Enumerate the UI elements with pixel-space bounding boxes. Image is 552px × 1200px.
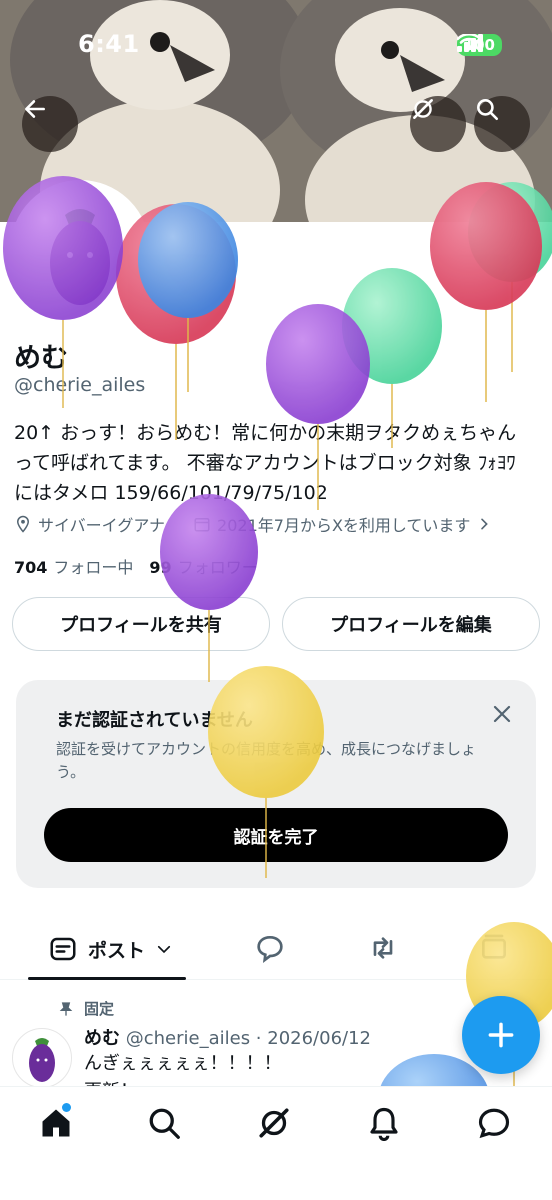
active-tab-indicator bbox=[28, 977, 186, 980]
post-header: めむ @cherie_ailes · 2026/06/12 bbox=[84, 1024, 371, 1050]
status-icons: 100 bbox=[456, 34, 502, 56]
reposts-tab-icon[interactable] bbox=[366, 932, 400, 964]
followers-count: 99 bbox=[149, 558, 172, 577]
grok-button[interactable] bbox=[410, 96, 466, 152]
post-text-line: んぎぇぇぇぇぇ！！！！ bbox=[84, 1053, 282, 1074]
profile-tabs: ポスト bbox=[0, 918, 552, 980]
calendar-icon bbox=[194, 518, 210, 532]
compose-post-button[interactable] bbox=[462, 996, 540, 1074]
bio-line: にはタメロ 159/66/101/79/75/102 bbox=[14, 482, 328, 504]
pin-icon bbox=[59, 1001, 73, 1016]
post-list-icon bbox=[50, 937, 76, 961]
back-button[interactable] bbox=[22, 96, 78, 152]
chevron-right-icon[interactable] bbox=[476, 516, 492, 532]
eggplant-avatar-image bbox=[15, 185, 145, 315]
display-name: めむ bbox=[14, 343, 68, 374]
chevron-down-icon bbox=[157, 945, 171, 954]
bio-line: って呼ばれてます。 不審なアカウントはブロック対象 ﾌｫﾖﾜ bbox=[14, 452, 516, 474]
search-button[interactable] bbox=[474, 96, 530, 152]
verification-card: まだ認証されていません 認証を受けてアカウントの信用度を高め、成長につなげましょ… bbox=[16, 680, 536, 888]
close-icon[interactable] bbox=[490, 702, 514, 726]
edit-profile-button[interactable]: プロフィールを編集 bbox=[282, 597, 540, 651]
verification-title: まだ認証されていません bbox=[56, 710, 253, 731]
pinned-label: 固定 bbox=[84, 1000, 115, 1018]
messages-icon[interactable] bbox=[476, 1105, 512, 1141]
following-count: 704 bbox=[14, 558, 48, 577]
profile-avatar[interactable] bbox=[10, 180, 150, 320]
wifi-icon bbox=[456, 34, 481, 51]
grok-icon[interactable] bbox=[256, 1105, 292, 1141]
plus-icon bbox=[488, 1022, 514, 1048]
profile-joined-date: 2021年7月からXを利用しています bbox=[217, 516, 471, 535]
pinned-indicator: 固定 bbox=[58, 998, 114, 1019]
profile-bio: 20↑ おっす！おらめむ！常に何かの末期ヲタクめぇちゃん って呼ばれてます。 不… bbox=[14, 418, 534, 508]
post-handle-date: @cherie_ailes · 2026/06/12 bbox=[125, 1028, 371, 1049]
status-bar: 6:41 100 bbox=[0, 0, 552, 90]
search-icon[interactable] bbox=[146, 1105, 182, 1141]
share-profile-button[interactable]: プロフィールを共有 bbox=[12, 597, 270, 651]
grok-icon bbox=[413, 99, 433, 119]
replies-tab-icon[interactable] bbox=[254, 932, 286, 964]
search-icon bbox=[477, 99, 499, 121]
bio-line: 20↑ おっす！おらめむ！常に何かの末期ヲタクめぇちゃん bbox=[14, 422, 517, 444]
bottom-navigation bbox=[0, 1086, 552, 1200]
followers-link[interactable]: 99 フォロワー bbox=[149, 554, 257, 578]
profile-handle: @cherie_ailes bbox=[14, 374, 146, 396]
verification-description: 認証を受けてアカウントの信用度を高め、成長につなげましょう。 bbox=[56, 740, 477, 781]
profile-location: サイバーイグアナ bbox=[38, 516, 166, 535]
post-author-avatar[interactable] bbox=[12, 1028, 72, 1088]
arrow-left-icon bbox=[25, 100, 45, 118]
followers-label: フォロワー bbox=[177, 558, 258, 577]
follow-stats: 704 フォロー中 99 フォロワー bbox=[14, 554, 258, 578]
home-unread-dot bbox=[62, 1103, 71, 1112]
notifications-icon[interactable] bbox=[366, 1105, 402, 1141]
complete-verification-button[interactable]: 認証を完了 bbox=[44, 808, 508, 862]
tab-posts[interactable]: ポスト bbox=[48, 934, 173, 964]
location-pin-icon bbox=[16, 515, 30, 533]
media-tab-icon[interactable] bbox=[478, 932, 510, 964]
post-author-name[interactable]: めむ bbox=[84, 1028, 120, 1049]
profile-meta: サイバーイグアナ 2021年7月からXを利用しています bbox=[14, 512, 492, 536]
eggplant-avatar-image bbox=[29, 1038, 55, 1082]
balloon-blue bbox=[138, 202, 238, 392]
tab-posts-label: ポスト bbox=[88, 939, 146, 962]
status-time: 6:41 bbox=[78, 30, 140, 58]
following-label: フォロー中 bbox=[53, 558, 134, 577]
following-link[interactable]: 704 フォロー中 bbox=[14, 554, 133, 578]
